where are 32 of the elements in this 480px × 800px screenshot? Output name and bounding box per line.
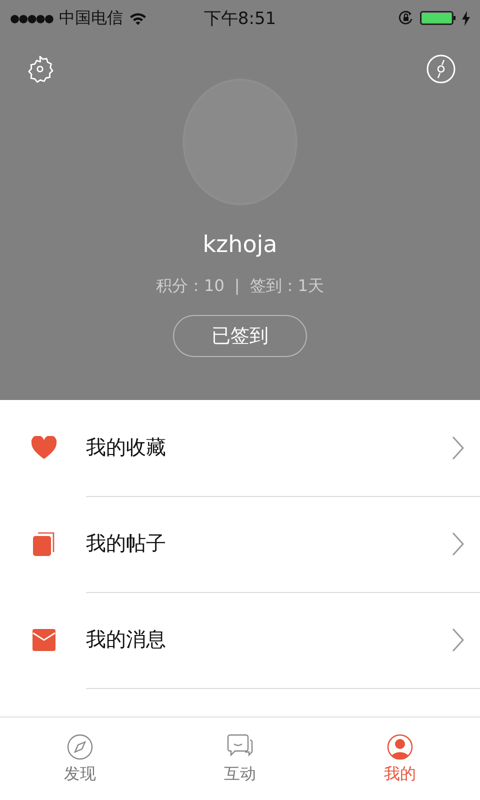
tab-label: 我的 xyxy=(384,764,416,784)
signal-dots: ●●●●● xyxy=(10,12,53,24)
menu-item[interactable]: 我的帖子 xyxy=(0,496,480,592)
chevron-icon xyxy=(452,532,464,556)
checkin-days-text: 签到：1天 xyxy=(250,276,324,297)
compass-icon xyxy=(67,734,93,760)
menu-label: 我的消息 xyxy=(86,626,166,653)
disc-icon[interactable] xyxy=(426,54,456,84)
tab[interactable]: 我的 xyxy=(320,718,480,800)
tab-label: 互动 xyxy=(224,764,256,784)
carrier-name: 中国电信 xyxy=(59,8,123,28)
tab[interactable]: 发现 xyxy=(0,718,160,800)
chevron-icon xyxy=(452,628,464,652)
menu-label: 我的收藏 xyxy=(86,434,166,461)
tab-label: 发现 xyxy=(64,764,96,784)
tab[interactable]: 互动 xyxy=(160,718,320,800)
wifi-icon xyxy=(129,12,147,24)
chevron-icon xyxy=(452,436,464,460)
rotation-lock-icon xyxy=(398,10,414,26)
charging-icon xyxy=(462,10,470,26)
points-text: 积分：10 xyxy=(156,276,224,297)
pages-icon xyxy=(31,531,57,557)
menu-item[interactable]: 我的收藏 xyxy=(0,400,480,496)
stats-separator: | xyxy=(234,276,240,297)
menu-item[interactable]: 我的消息 xyxy=(0,592,480,688)
status-time: 下午8:51 xyxy=(204,8,276,30)
menu-label: 我的帖子 xyxy=(86,530,166,557)
person-icon xyxy=(387,734,413,760)
battery-icon xyxy=(420,10,456,26)
envelope-icon xyxy=(31,628,57,652)
username: kzhoja xyxy=(202,232,278,258)
heart-icon xyxy=(31,436,57,460)
